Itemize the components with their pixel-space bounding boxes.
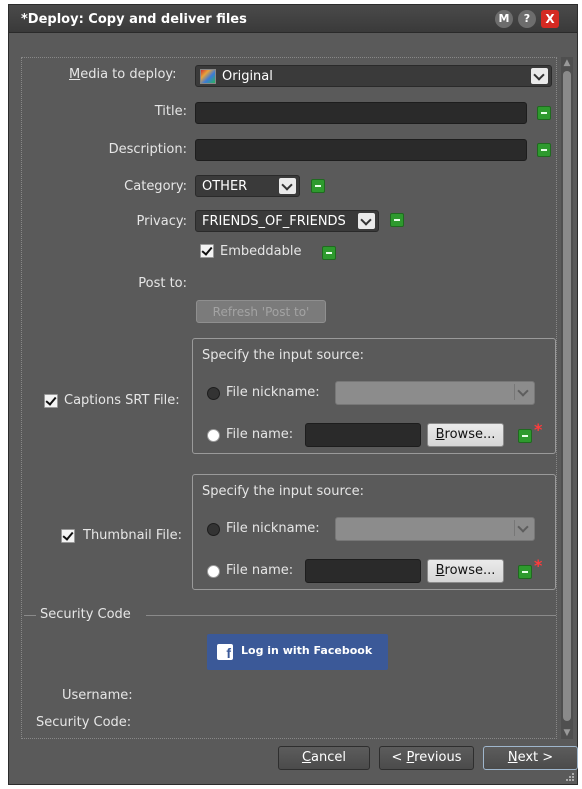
thumbnail-nickname-select[interactable] xyxy=(335,517,535,541)
captions-nickname-radio[interactable] xyxy=(207,387,220,400)
media-value: Original xyxy=(222,69,273,84)
description-label: Description: xyxy=(108,142,187,157)
category-value: OTHER xyxy=(202,179,248,194)
captions-label: Captions SRT File: xyxy=(64,393,180,408)
media-select[interactable]: Original xyxy=(195,65,552,87)
m-button[interactable]: M xyxy=(495,10,513,28)
embeddable-checkbox[interactable] xyxy=(200,244,214,258)
security-code-label: Security Code: xyxy=(36,715,132,730)
privacy-add-button[interactable] xyxy=(390,213,404,227)
scroll-thumb[interactable] xyxy=(563,71,571,721)
title-add-button[interactable] xyxy=(537,106,551,120)
facebook-login-label: Log in with Facebook xyxy=(241,644,373,657)
thumbnail-filename-label: File name: xyxy=(226,563,294,578)
media-icon xyxy=(200,69,216,84)
facebook-login-button[interactable]: f Log in with Facebook xyxy=(207,634,388,670)
thumbnail-source-group: Specify the input source: File nickname:… xyxy=(192,474,556,590)
refresh-post-to-button[interactable]: Refresh 'Post to' xyxy=(196,300,326,323)
captions-nickname-select[interactable] xyxy=(335,381,535,405)
facebook-icon: f xyxy=(217,644,233,661)
description-field[interactable] xyxy=(195,139,527,161)
category-label: Category: xyxy=(124,179,187,194)
chevron-down-icon xyxy=(531,68,548,84)
title-field[interactable] xyxy=(195,102,527,124)
post-to-label: Post to: xyxy=(138,276,187,291)
deploy-dialog: *Deploy: Copy and deliver files M ? X Me… xyxy=(8,4,578,785)
thumbnail-nickname-label: File nickname: xyxy=(226,521,320,536)
captions-required-marker: * xyxy=(534,420,543,439)
resize-grip-icon[interactable] xyxy=(565,772,575,782)
scroll-up-icon[interactable]: ▲ xyxy=(561,57,573,69)
captions-group-title: Specify the input source: xyxy=(202,348,365,363)
chevron-down-icon xyxy=(279,178,296,194)
captions-add-button[interactable] xyxy=(518,429,532,443)
thumbnail-required-marker: * xyxy=(534,556,543,575)
thumbnail-group-title: Specify the input source: xyxy=(202,484,365,499)
chevron-down-icon xyxy=(358,213,375,229)
embeddable-label: Embeddable xyxy=(220,244,302,259)
window-title: *Deploy: Copy and deliver files xyxy=(21,12,247,27)
media-label: Media to deploy: xyxy=(69,67,177,82)
privacy-select[interactable]: FRIENDS_OF_FRIENDS xyxy=(195,210,379,232)
chevron-down-icon xyxy=(514,520,531,536)
description-add-button[interactable] xyxy=(537,143,551,157)
captions-browse-button[interactable]: Browse... xyxy=(427,423,504,447)
captions-nickname-label: File nickname: xyxy=(226,385,320,400)
next-button[interactable]: Next > xyxy=(483,746,578,770)
captions-filename-field[interactable] xyxy=(305,423,421,447)
section-divider-right xyxy=(146,615,556,616)
thumbnail-filename-radio[interactable] xyxy=(207,565,220,578)
section-divider-left xyxy=(24,615,36,616)
thumbnail-add-button[interactable] xyxy=(518,565,532,579)
help-button[interactable]: ? xyxy=(518,10,536,28)
title-label: Title: xyxy=(154,104,187,119)
cancel-button[interactable]: Cancel xyxy=(278,746,370,770)
thumbnail-checkbox[interactable] xyxy=(61,529,75,543)
thumbnail-filename-field[interactable] xyxy=(305,559,421,583)
privacy-label: Privacy: xyxy=(136,214,187,229)
thumbnail-nickname-radio[interactable] xyxy=(207,523,220,536)
vertical-scrollbar[interactable]: ▲ ▼ xyxy=(561,57,573,739)
embeddable-add-button[interactable] xyxy=(322,246,336,260)
previous-button[interactable]: < Previous xyxy=(379,746,474,770)
thumbnail-browse-button[interactable]: Browse... xyxy=(427,559,504,583)
form-panel: Media to deploy: Original Title: Descrip… xyxy=(21,57,557,739)
privacy-value: FRIENDS_OF_FRIENDS xyxy=(202,214,346,229)
captions-filename-radio[interactable] xyxy=(207,429,220,442)
close-button[interactable]: X xyxy=(541,10,559,28)
title-bar[interactable]: *Deploy: Copy and deliver files M ? X xyxy=(9,5,577,33)
category-select[interactable]: OTHER xyxy=(195,175,300,197)
captions-filename-label: File name: xyxy=(226,427,294,442)
username-label: Username: xyxy=(62,688,133,703)
chevron-down-icon xyxy=(514,384,531,400)
scroll-down-icon[interactable]: ▼ xyxy=(561,727,573,739)
security-section-title: Security Code xyxy=(40,607,131,622)
captions-checkbox[interactable] xyxy=(44,394,58,408)
category-add-button[interactable] xyxy=(311,179,325,193)
captions-source-group: Specify the input source: File nickname:… xyxy=(192,338,556,454)
thumbnail-label: Thumbnail File: xyxy=(83,528,183,543)
